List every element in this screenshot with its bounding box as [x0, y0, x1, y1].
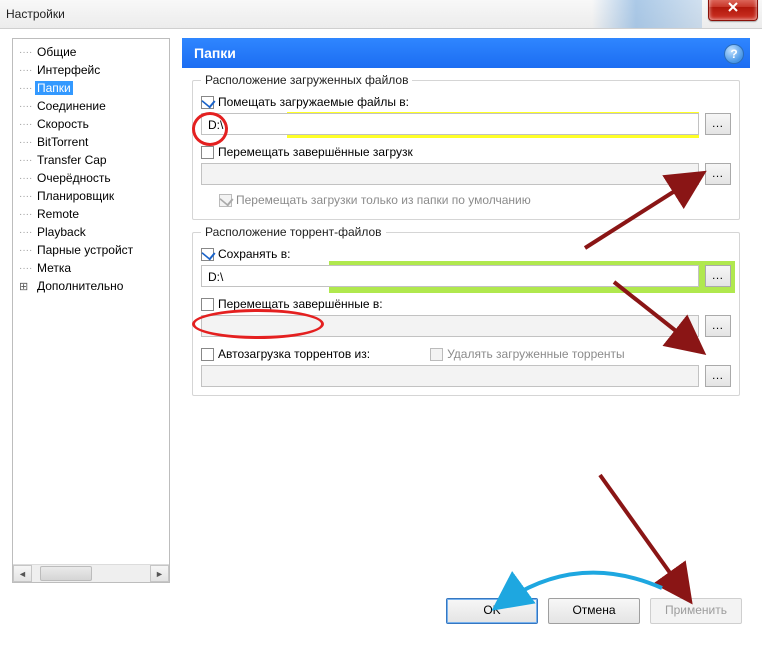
browse-store-in-button[interactable]: … — [705, 265, 731, 287]
group-download-location: Расположение загруженных файлов Помещать… — [192, 80, 740, 220]
checkbox-icon — [430, 348, 443, 361]
tree-item-remote[interactable]: ····Remote — [15, 205, 167, 223]
tree-dotted-icon: ···· — [19, 101, 35, 112]
cancel-button[interactable]: Отмена — [548, 598, 640, 624]
checkbox-label: Автозагрузка торрентов из: — [218, 347, 370, 361]
right-panel: Папки ? Расположение загруженных файлов … — [182, 38, 750, 582]
tree-dotted-icon: ···· — [19, 227, 35, 238]
checkbox-icon — [201, 348, 214, 361]
tree-item-label[interactable]: ····Метка — [15, 259, 167, 277]
input-autoload-path[interactable] — [201, 365, 699, 387]
checkbox-put-new[interactable]: Помещать загружаемые файлы в: — [201, 95, 409, 109]
apply-button[interactable]: Применить — [650, 598, 742, 624]
browse-move-completed-torrents-button[interactable]: … — [705, 315, 731, 337]
tree-item-playback[interactable]: ····Playback — [15, 223, 167, 241]
sidebar-h-scrollbar[interactable]: ◄ ► — [13, 564, 169, 582]
checkbox-icon — [201, 248, 214, 261]
tree-item-general[interactable]: ····Общие — [15, 43, 167, 61]
scroll-left-button[interactable]: ◄ — [13, 565, 32, 582]
group-torrent-location: Расположение торрент-файлов Сохранять в:… — [192, 232, 740, 396]
tree-item-paired[interactable]: ····Парные устройст — [15, 241, 167, 259]
group-title-downloads: Расположение загруженных файлов — [201, 73, 412, 87]
checkbox-label: Перемещать завершённые загрузк — [218, 145, 413, 159]
tree-dotted-icon: ···· — [19, 191, 35, 202]
tree-item-scheduler[interactable]: ····Планировщик — [15, 187, 167, 205]
group-title-torrents: Расположение торрент-файлов — [201, 225, 386, 239]
ok-button[interactable]: OK — [446, 598, 538, 624]
window-title: Настройки — [6, 7, 65, 21]
tree-item-advanced[interactable]: ⊞Дополнительно — [15, 277, 167, 295]
tree-expand-icon[interactable]: ⊞ — [19, 280, 35, 293]
input-move-completed-path[interactable] — [201, 163, 699, 185]
tree-item-queueing[interactable]: ····Очерёдность — [15, 169, 167, 187]
input-store-in-path[interactable]: D:\ — [201, 265, 699, 287]
close-icon — [727, 1, 739, 13]
scroll-thumb[interactable] — [40, 566, 92, 581]
sidebar: ····Общие ····Интерфейс ····Папки ····Со… — [12, 38, 170, 583]
help-icon[interactable]: ? — [724, 44, 744, 64]
close-button[interactable] — [708, 0, 758, 21]
tree-item-bittorrent[interactable]: ····BitTorrent — [15, 133, 167, 151]
tree-dotted-icon: ···· — [19, 65, 35, 76]
input-put-new-path[interactable]: D:\ — [201, 113, 699, 135]
checkbox-icon — [201, 146, 214, 159]
checkbox-label: Удалять загруженные торренты — [447, 347, 625, 361]
tree-dotted-icon: ···· — [19, 263, 35, 274]
tree-dotted-icon: ···· — [19, 137, 35, 148]
settings-window: Настройки ····Общие ····Интерфейс ····Па… — [0, 0, 762, 646]
titlebar-accent — [592, 0, 702, 28]
checkbox-icon — [201, 298, 214, 311]
tree-dotted-icon: ···· — [19, 83, 35, 94]
checkbox-icon — [219, 194, 232, 207]
checkbox-autoload[interactable]: Автозагрузка торрентов из: — [201, 347, 370, 361]
panel-body: Расположение загруженных файлов Помещать… — [182, 68, 750, 396]
browse-put-new-button[interactable]: … — [705, 113, 731, 135]
tree-dotted-icon: ···· — [19, 245, 35, 256]
checkbox-label: Перемещать загрузки только из папки по у… — [236, 193, 531, 207]
tree-item-interface[interactable]: ····Интерфейс — [15, 61, 167, 79]
tree-item-transfer-cap[interactable]: ····Transfer Cap — [15, 151, 167, 169]
tree-dotted-icon: ···· — [19, 119, 35, 130]
tree-item-speed[interactable]: ····Скорость — [15, 115, 167, 133]
checkbox-move-completed-downloads[interactable]: Перемещать завершённые загрузк — [201, 145, 413, 159]
checkbox-icon — [201, 96, 214, 109]
scroll-track[interactable] — [32, 565, 150, 582]
tree-item-connection[interactable]: ····Соединение — [15, 97, 167, 115]
checkbox-move-completed-torrents[interactable]: Перемещать завершённые в: — [201, 297, 383, 311]
checkbox-store-in[interactable]: Сохранять в: — [201, 247, 290, 261]
checkbox-label: Сохранять в: — [218, 247, 290, 261]
browse-autoload-button[interactable]: … — [705, 365, 731, 387]
tree-dotted-icon: ···· — [19, 209, 35, 220]
tree-dotted-icon: ···· — [19, 173, 35, 184]
tree-dotted-icon: ···· — [19, 47, 35, 58]
browse-move-completed-button[interactable]: … — [705, 163, 731, 185]
input-move-completed-torrents-path[interactable] — [201, 315, 699, 337]
tree-dotted-icon: ···· — [19, 155, 35, 166]
checkbox-delete-loaded: Удалять загруженные торренты — [430, 347, 625, 361]
settings-tree: ····Общие ····Интерфейс ····Папки ····Со… — [13, 39, 169, 299]
panel-title: Папки — [194, 45, 236, 61]
dialog-body: ····Общие ····Интерфейс ····Папки ····Со… — [4, 30, 758, 642]
titlebar: Настройки — [0, 0, 762, 29]
dialog-button-bar: OK Отмена Применить — [446, 598, 742, 624]
scroll-right-button[interactable]: ► — [150, 565, 169, 582]
checkbox-label: Перемещать завершённые в: — [218, 297, 383, 311]
panel-header: Папки ? — [182, 38, 750, 68]
checkbox-label: Помещать загружаемые файлы в: — [218, 95, 409, 109]
tree-item-folders[interactable]: ····Папки — [15, 79, 167, 97]
checkbox-move-only-default: Перемещать загрузки только из папки по у… — [219, 193, 531, 207]
